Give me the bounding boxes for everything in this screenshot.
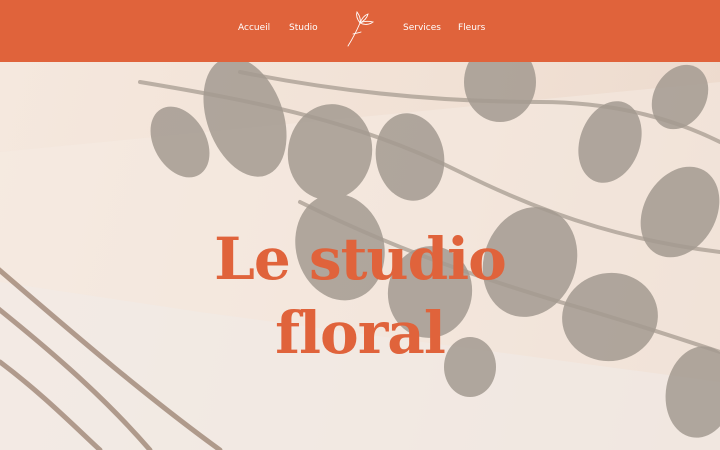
nav-link-services[interactable]: Services xyxy=(403,23,441,33)
hero-section: Le studio floral xyxy=(0,62,720,450)
nav-link-studio[interactable]: Studio xyxy=(289,23,318,33)
nav-link-fleurs[interactable]: Fleurs xyxy=(458,23,485,33)
flower-logo-icon[interactable] xyxy=(343,10,379,50)
hero-title: Le studio floral xyxy=(0,222,720,370)
hero-title-line-1: Le studio xyxy=(214,225,507,293)
hero-title-line-2: floral xyxy=(275,299,446,367)
top-navigation-bar: Accueil Studio Services Fleurs xyxy=(0,0,720,62)
nav-link-accueil[interactable]: Accueil xyxy=(238,23,270,33)
